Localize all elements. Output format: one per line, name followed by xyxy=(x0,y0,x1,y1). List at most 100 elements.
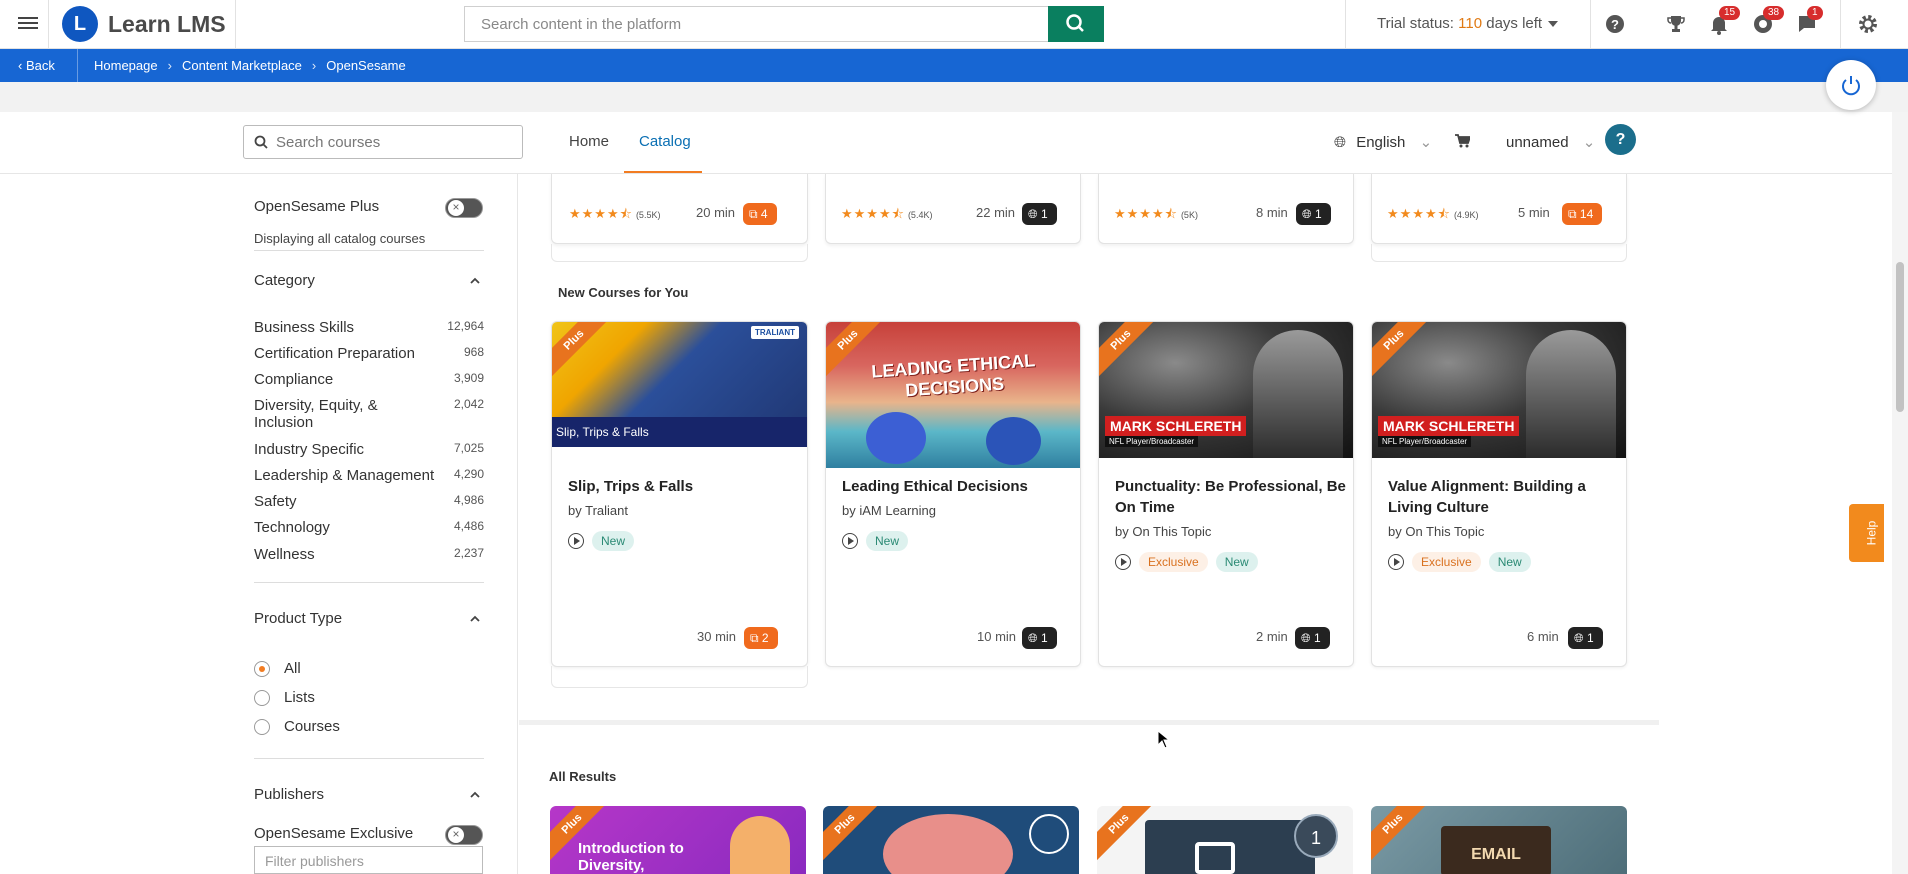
character-illustration xyxy=(866,412,926,464)
mouse-cursor-icon xyxy=(1157,730,1171,749)
category-wellness[interactable]: Wellness 2,237 xyxy=(254,546,484,563)
globe-icon xyxy=(1029,814,1069,854)
category-leadership-management[interactable]: Leadership & Management 4,290 xyxy=(254,467,484,484)
category-certification-preparation[interactable]: Certification Preparation 968 xyxy=(254,345,484,362)
language-count-pill: 🌐︎ 1 xyxy=(1022,627,1057,649)
product-type-heading[interactable]: Product Type xyxy=(254,610,342,627)
language-count-pill: ⧉ 14 xyxy=(1562,203,1603,225)
result-thumbnail[interactable]: Plus xyxy=(823,806,1079,874)
messages-badge: 38 xyxy=(1763,6,1785,20)
chat-icon[interactable]: 1 xyxy=(1795,6,1823,36)
opensesame-exclusive-toggle[interactable] xyxy=(445,825,483,845)
product-type-courses[interactable]: Courses xyxy=(254,718,340,736)
exclusive-badge: Exclusive xyxy=(1139,552,1208,572)
trophy-icon[interactable] xyxy=(1664,12,1688,36)
product-type-all[interactable]: All xyxy=(254,660,301,678)
thumbnail-subcaption: NFL Player/Broadcaster xyxy=(1378,436,1472,447)
course-card[interactable]: MARK SCHLERETH NFL Player/Broadcaster Pl… xyxy=(1098,321,1354,667)
course-thumbnail: MARK SCHLERETH NFL Player/Broadcaster Pl… xyxy=(1099,322,1353,458)
global-search-input[interactable]: Search content in the platform xyxy=(464,6,1048,42)
course-card[interactable]: TRALIANT Slip, Trips & Falls Plus Slip, … xyxy=(551,321,808,667)
category-technology[interactable]: Technology 4,486 xyxy=(254,519,484,536)
content-top-strip xyxy=(0,82,1908,112)
chevron-up-icon[interactable] xyxy=(470,276,480,286)
category-compliance[interactable]: Compliance 3,909 xyxy=(254,371,484,388)
breadcrumb-content-marketplace[interactable]: Content Marketplace xyxy=(182,58,302,73)
character-illustration xyxy=(986,417,1041,465)
breadcrumb-homepage[interactable]: Homepage xyxy=(94,58,158,73)
course-search-input[interactable]: Search courses xyxy=(243,125,523,159)
category-industry-specific[interactable]: Industry Specific 7,025 xyxy=(254,441,484,458)
course-title[interactable]: Value Alignment: Building a Living Cultu… xyxy=(1388,476,1626,518)
course-title[interactable]: Slip, Trips & Falls xyxy=(568,476,807,497)
course-title[interactable]: Punctuality: Be Professional, Be On Time xyxy=(1115,476,1353,518)
breadcrumb: Homepage › Content Marketplace › OpenSes… xyxy=(94,58,406,73)
power-button[interactable] xyxy=(1826,60,1876,110)
play-circle-icon xyxy=(1115,554,1131,570)
publishers-heading[interactable]: Publishers xyxy=(254,786,324,803)
category-diversity-equity-inclusion[interactable]: Diversity, Equity, & Inclusion 2,042 xyxy=(254,397,484,431)
top-bar: L Learn LMS Search content in the platfo… xyxy=(0,0,1908,49)
section-title-new-courses: New Courses for You xyxy=(558,285,689,300)
settings-gear-icon[interactable] xyxy=(1856,12,1880,36)
people-illustration xyxy=(730,816,790,874)
language-selector[interactable]: 🌐︎ English ⌄ xyxy=(1334,133,1432,151)
scrollbar-thumb[interactable] xyxy=(1896,262,1904,412)
category-business-skills[interactable]: Business Skills 12,964 xyxy=(254,319,484,336)
course-author: by On This Topic xyxy=(1115,524,1212,539)
course-tags: Exclusive New xyxy=(1388,552,1531,572)
tab-home[interactable]: Home xyxy=(569,133,609,150)
chevron-down-icon: ⌄ xyxy=(1582,134,1596,151)
back-button[interactable]: ‹ Back xyxy=(18,58,55,73)
lock-icon xyxy=(1195,842,1235,874)
help-circle-icon[interactable]: ? xyxy=(1603,12,1627,36)
vertical-scrollbar[interactable] xyxy=(1892,112,1908,874)
product-type-lists[interactable]: Lists xyxy=(254,689,315,707)
result-thumbnail[interactable]: 1 Plus xyxy=(1097,806,1353,874)
chevron-right-icon: › xyxy=(311,58,317,73)
user-menu[interactable]: unnamed ⌄ xyxy=(1506,133,1595,151)
play-circle-icon xyxy=(842,533,858,549)
course-card[interactable]: MARK SCHLERETH NFL Player/Broadcaster Pl… xyxy=(1371,321,1627,667)
chevron-up-icon[interactable] xyxy=(470,790,480,800)
app-logo[interactable]: L Learn LMS xyxy=(62,6,226,42)
chevron-left-icon: ‹ xyxy=(18,58,26,73)
opensesame-plus-toggle[interactable] xyxy=(445,198,483,218)
plus-ribbon: Plus xyxy=(1371,806,1430,861)
category-heading[interactable]: Category xyxy=(254,272,315,289)
thumbnail-caption: LEADING ETHICAL DECISIONS xyxy=(870,350,1036,401)
duration: 10 min xyxy=(977,629,1017,644)
trial-days: 110 xyxy=(1458,15,1483,32)
cart-icon[interactable] xyxy=(1454,133,1472,153)
hamburger-menu-icon[interactable] xyxy=(18,14,38,34)
thumbnail-caption: MARK SCHLERETH xyxy=(1378,416,1520,436)
catalog-nav-bar: Search courses Home Catalog 🌐︎ English ⌄… xyxy=(0,112,1892,174)
help-side-tab[interactable]: Help xyxy=(1849,504,1884,562)
course-card[interactable]: LEADING ETHICAL DECISIONS Plus Leading E… xyxy=(825,321,1081,667)
catalog-help-button[interactable]: ? xyxy=(1605,124,1636,155)
messages-icon[interactable]: 38 xyxy=(1751,6,1785,36)
course-title[interactable]: Leading Ethical Decisions xyxy=(842,476,1080,497)
global-search-button[interactable] xyxy=(1048,6,1104,42)
trial-status[interactable]: Trial status: 110 days left xyxy=(1377,15,1559,32)
course-thumbnail: LEADING ETHICAL DECISIONS Plus xyxy=(826,322,1080,468)
list-stack-shadow xyxy=(1371,244,1627,262)
thumbnail-caption: EMAIL xyxy=(1441,826,1551,874)
globe-icon: 🌐︎ xyxy=(1334,134,1347,151)
app-name: Learn LMS xyxy=(108,10,226,37)
language-count-pill: 🌐︎ 1 xyxy=(1568,627,1603,649)
result-thumbnail[interactable]: Introduction to Diversity, Plus xyxy=(550,806,806,874)
new-badge: New xyxy=(592,531,635,551)
breadcrumb-bar: ‹ Back Homepage › Content Marketplace › … xyxy=(0,49,1908,82)
chevron-up-icon[interactable] xyxy=(470,614,480,624)
notifications-badge: 15 xyxy=(1719,6,1741,20)
displaying-text: Displaying all catalog courses xyxy=(254,231,426,246)
result-thumbnail[interactable]: EMAIL Plus xyxy=(1371,806,1627,874)
rating-stars: ★★★★⯪ (5.4K) xyxy=(841,206,933,221)
filter-publishers-input[interactable]: Filter publishers xyxy=(254,846,483,874)
chevron-right-icon: › xyxy=(167,58,172,73)
tab-catalog[interactable]: Catalog xyxy=(639,133,691,150)
category-safety[interactable]: Safety 4,986 xyxy=(254,493,484,510)
notifications-bell-icon[interactable]: 15 xyxy=(1707,6,1741,36)
section-title-all-results: All Results xyxy=(549,769,617,784)
